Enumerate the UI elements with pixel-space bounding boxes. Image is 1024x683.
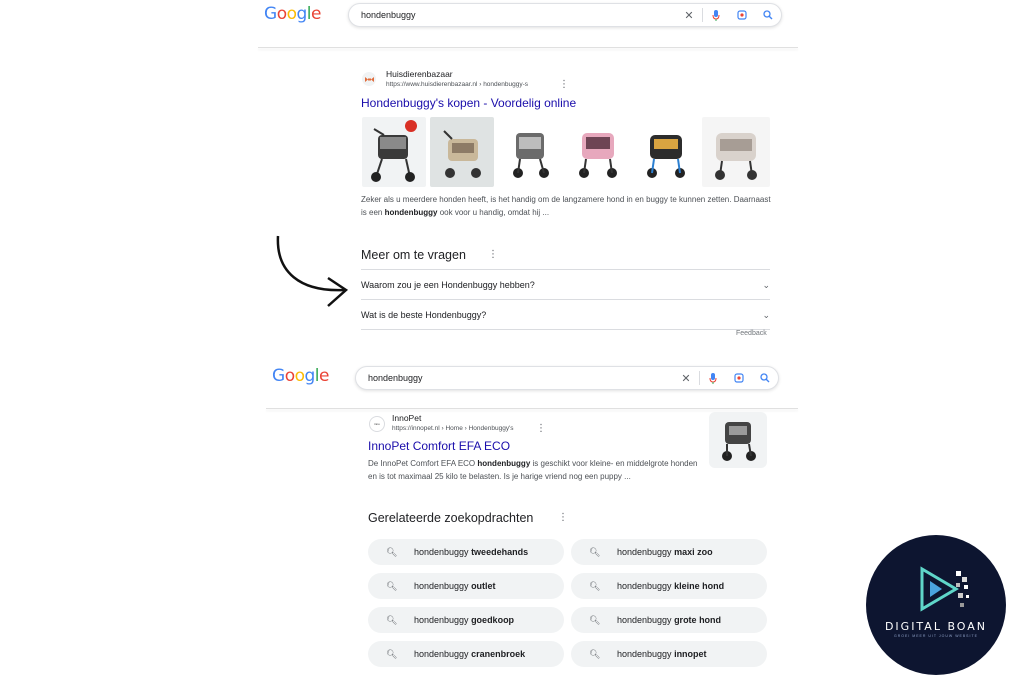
people-also-ask-title: Meer om te vragen — [361, 248, 466, 262]
product-thumbnail[interactable] — [709, 412, 767, 468]
related-search-chip[interactable]: 🔍︎ hondenbuggy tweedehands — [368, 539, 564, 565]
clear-icon[interactable]: ✕ — [682, 8, 696, 22]
result-site-name[interactable]: Huisdierenbazaar — [386, 69, 453, 79]
search-icon: 🔍︎ — [589, 580, 601, 591]
more-options-icon[interactable]: ⋮ — [536, 423, 546, 434]
microphone-icon[interactable] — [706, 371, 720, 385]
play-icon — [920, 566, 969, 612]
related-search-chip[interactable]: 🔍︎ hondenbuggy cranenbroek — [368, 641, 564, 667]
chevron-down-icon: ⌄ — [762, 279, 770, 290]
result-site-url[interactable]: https://innopet.nl › Home › Hondenbuggy'… — [392, 425, 514, 432]
header-divider — [258, 47, 798, 48]
result-snippet: De InnoPet Comfort EFA ECO hondenbuggy i… — [368, 459, 698, 481]
search-icon: 🔍︎ — [386, 614, 398, 625]
related-search-chip[interactable]: 🔍︎ hondenbuggy goedkoop — [368, 607, 564, 633]
more-options-icon[interactable]: ⋮ — [559, 79, 569, 90]
search-icon[interactable] — [761, 8, 775, 22]
brand-name: DIGITAL BOAN — [884, 620, 988, 633]
related-search-chip[interactable]: 🔍︎ hondenbuggy maxi zoo — [571, 539, 767, 565]
search-icon: 🔍︎ — [589, 614, 601, 625]
paa-question[interactable]: Waarom zou je een Hondenbuggy hebben? ⌄ — [361, 269, 770, 300]
search-icon: 🔍︎ — [589, 648, 601, 659]
arrow-icon — [276, 235, 349, 307]
paa-options-icon[interactable]: ⋮ — [488, 249, 498, 260]
header-divider — [266, 408, 798, 409]
stroller-image[interactable] — [702, 117, 770, 187]
result-site-name[interactable]: InnoPet — [392, 413, 421, 423]
search-icon: 🔍︎ — [386, 648, 398, 659]
stroller-image[interactable] — [498, 117, 562, 187]
innopet-favicon: inno — [369, 416, 385, 432]
search-icon: 🔍︎ — [589, 546, 601, 557]
result-snippet: Zeker als u meerdere honden heeft, is he… — [361, 195, 771, 217]
paa-question[interactable]: Wat is de beste Hondenbuggy? ⌄ — [361, 299, 770, 330]
paa-bottom-divider — [361, 329, 770, 330]
lens-icon[interactable] — [732, 371, 746, 385]
google-logo[interactable]: Google — [264, 4, 321, 24]
google-logo[interactable]: Google — [272, 366, 329, 386]
search-input[interactable]: hondenbuggy — [361, 10, 676, 20]
stroller-image[interactable] — [566, 117, 630, 187]
related-search-chip[interactable]: 🔍︎ hondenbuggy kleine hond — [571, 573, 767, 599]
search-input[interactable]: hondenbuggy — [368, 373, 673, 383]
microphone-icon[interactable] — [709, 8, 723, 22]
related-options-icon[interactable]: ⋮ — [558, 512, 568, 523]
huisdierenbazaar-favicon — [362, 72, 376, 86]
related-search-chip[interactable]: 🔍︎ hondenbuggy innopet — [571, 641, 767, 667]
brand-tagline: GROEI MEER UIT JOUW WEBSITE — [894, 634, 978, 638]
result-site-url[interactable]: https://www.huisdierenbazaar.nl › honden… — [386, 81, 528, 88]
related-searches-title: Gerelateerde zoekopdrachten — [368, 511, 534, 525]
stroller-image[interactable] — [634, 117, 698, 187]
result-title-link[interactable]: Hondenbuggy's kopen - Voordelig online — [361, 96, 576, 110]
search-icon: 🔍︎ — [386, 546, 398, 557]
related-search-chip[interactable]: 🔍︎ hondenbuggy grote hond — [571, 607, 767, 633]
chevron-down-icon: ⌄ — [762, 309, 770, 320]
result-title-link[interactable]: InnoPet Comfort EFA ECO — [368, 439, 510, 453]
lens-icon[interactable] — [735, 8, 749, 22]
feedback-link[interactable]: Feedback — [736, 330, 767, 337]
clear-icon[interactable]: ✕ — [679, 371, 693, 385]
search-box[interactable]: hondenbuggy ✕ — [348, 3, 782, 27]
search-icon: 🔍︎ — [386, 580, 398, 591]
stroller-image[interactable] — [430, 117, 494, 187]
search-icon[interactable] — [758, 371, 772, 385]
search-box[interactable]: hondenbuggy ✕ — [355, 366, 779, 390]
related-search-chip[interactable]: 🔍︎ hondenbuggy outlet — [368, 573, 564, 599]
stroller-image[interactable] — [362, 117, 426, 187]
